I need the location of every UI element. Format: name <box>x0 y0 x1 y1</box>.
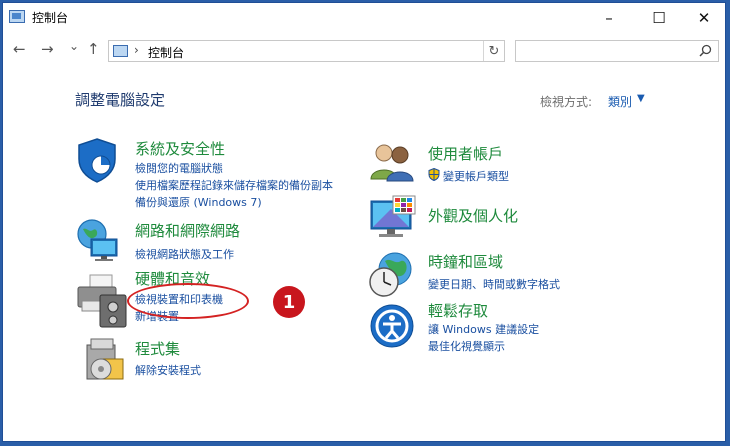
category-link[interactable]: 變更帳戶類型 <box>443 168 509 184</box>
programs-icon[interactable] <box>83 337 127 383</box>
control-panel-window: 控制台 – ☐ ✕ ← → ⌄ ↑ › 控制台 ↻ 調整電腦設定 檢視方式: 類… <box>2 2 726 442</box>
search-input[interactable] <box>515 40 719 62</box>
category-link[interactable]: 檢視網路狀態及工作 <box>135 246 234 262</box>
shield-icon[interactable] <box>75 137 119 183</box>
printer-icon[interactable] <box>74 273 128 329</box>
category-title[interactable]: 外觀及個人化 <box>428 205 518 226</box>
address-bar[interactable]: › 控制台 ↻ <box>108 40 505 62</box>
chevron-down-icon[interactable]: ▼ <box>637 93 645 104</box>
minimize-button[interactable]: – <box>586 3 632 33</box>
address-row: ← → ⌄ ↑ › 控制台 ↻ <box>3 37 725 65</box>
control-panel-icon <box>113 45 128 57</box>
category-title[interactable]: 程式集 <box>135 338 180 359</box>
search-icon[interactable] <box>699 44 712 57</box>
step-number-badge: 1 <box>273 286 305 318</box>
maximize-button[interactable]: ☐ <box>636 3 682 33</box>
category-link[interactable]: 解除安裝程式 <box>135 362 201 378</box>
category-link[interactable]: 檢閱您的電腦狀態 <box>135 160 223 176</box>
ease-of-access-icon[interactable] <box>369 303 415 349</box>
highlight-ellipse <box>127 283 249 319</box>
recent-locations-button[interactable]: ⌄ <box>69 39 79 53</box>
category-link[interactable]: 使用檔案歷程記錄來儲存檔案的備份副本 <box>135 177 333 193</box>
breadcrumb-control-panel[interactable]: 控制台 <box>148 44 184 61</box>
category-link[interactable]: 最佳化視覺顯示 <box>428 338 505 354</box>
category-title[interactable]: 時鐘和區域 <box>428 251 503 272</box>
page-title: 調整電腦設定 <box>75 91 166 109</box>
back-button[interactable]: ← <box>13 40 26 58</box>
category-title[interactable]: 使用者帳戶 <box>428 143 503 164</box>
category-link[interactable]: 備份與還原 (Windows 7) <box>135 194 262 210</box>
network-globe-icon[interactable] <box>75 217 121 263</box>
view-by-label: 檢視方式: <box>540 95 593 109</box>
title-bar[interactable]: 控制台 – ☐ ✕ <box>3 3 725 33</box>
category-link[interactable]: 變更日期、時間或數字格式 <box>428 276 560 292</box>
category-title[interactable]: 輕鬆存取 <box>428 300 488 321</box>
close-button[interactable]: ✕ <box>681 3 725 33</box>
users-icon[interactable] <box>369 143 415 183</box>
control-panel-icon <box>9 10 25 23</box>
refresh-button[interactable]: ↻ <box>483 41 504 61</box>
view-by-dropdown[interactable]: 類別 <box>608 93 632 110</box>
clock-globe-icon[interactable] <box>367 251 415 299</box>
forward-button[interactable]: → <box>41 40 54 58</box>
category-title[interactable]: 網路和網際網路 <box>135 220 240 241</box>
breadcrumb-separator-icon: › <box>134 43 139 57</box>
monitor-icon[interactable] <box>369 195 417 241</box>
category-link[interactable]: 讓 Windows 建議設定 <box>428 321 539 337</box>
category-title[interactable]: 系統及安全性 <box>135 138 225 159</box>
up-button[interactable]: ↑ <box>87 40 100 58</box>
uac-shield-icon <box>428 168 440 181</box>
window-title: 控制台 <box>32 11 69 25</box>
